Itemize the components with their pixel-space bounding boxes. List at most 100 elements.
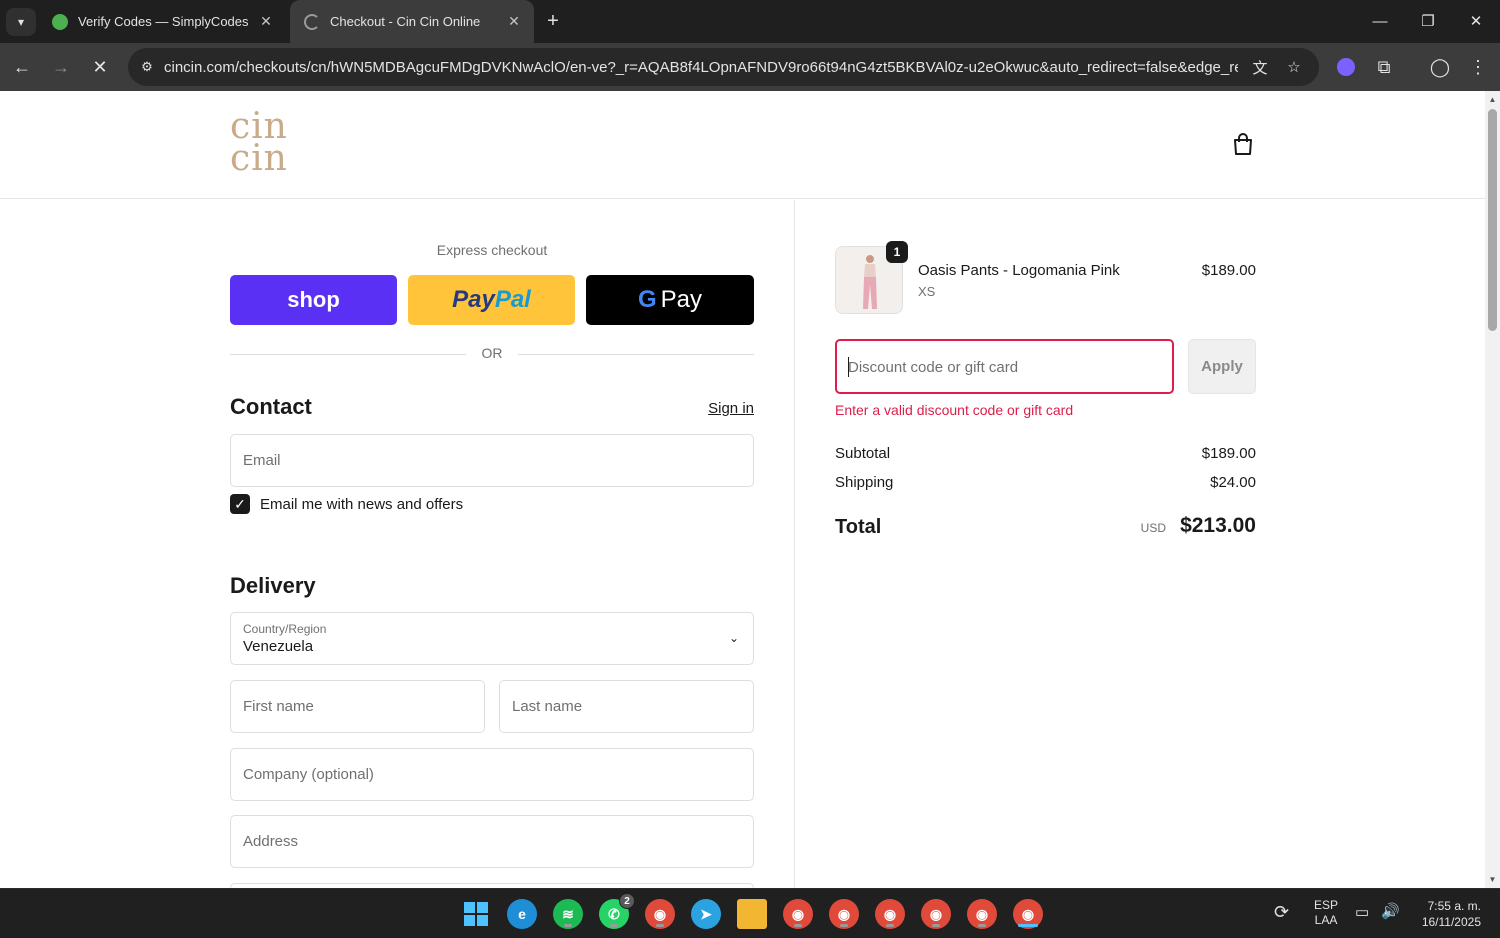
scroll-up-icon[interactable]: ▲ bbox=[1488, 95, 1497, 104]
newsletter-label: Email me with news and offers bbox=[260, 495, 464, 513]
menu-kebab-icon[interactable]: ⋮ bbox=[1464, 53, 1492, 81]
windows-start-icon[interactable] bbox=[461, 899, 491, 929]
site-info-icon[interactable]: ⚙ bbox=[136, 56, 158, 78]
chrome-profile-icon[interactable]: ◉ bbox=[967, 899, 997, 929]
stop-loading-button[interactable]: ✕ bbox=[86, 53, 114, 81]
product-name: Oasis Pants - Logomania Pink bbox=[918, 262, 1120, 279]
clock-time: 7:55 a. m. bbox=[1427, 899, 1481, 913]
chrome-profile-icon[interactable]: ◉ bbox=[783, 899, 813, 929]
new-tab-button[interactable]: + bbox=[540, 8, 566, 34]
bookmark-star-icon[interactable]: ☆ bbox=[1283, 56, 1305, 78]
shop-pay-button[interactable]: shop bbox=[230, 275, 397, 325]
simplycodes-favicon-icon bbox=[52, 13, 68, 30]
page-scrollbar[interactable]: ▲ ▼ bbox=[1485, 91, 1500, 888]
network-icon[interactable]: ▭ bbox=[1355, 903, 1369, 921]
tab-simplycodes[interactable]: Verify Codes — SimplyCodes ✕ bbox=[38, 0, 286, 43]
scroll-thumb[interactable] bbox=[1488, 109, 1497, 331]
google-pay-button[interactable]: G Pay bbox=[586, 275, 754, 325]
country-select[interactable]: Country/Region Venezuela ⌄ bbox=[230, 612, 754, 665]
email-field[interactable]: Email bbox=[230, 434, 754, 487]
chrome-profile-icon[interactable]: ◉ bbox=[875, 899, 905, 929]
apply-discount-button[interactable]: Apply bbox=[1188, 339, 1256, 394]
shipping-value: $24.00 bbox=[1210, 474, 1256, 491]
notification-badge: 2 bbox=[619, 893, 635, 909]
restore-button[interactable]: ❐ bbox=[1408, 6, 1448, 36]
tab-checkout[interactable]: Checkout - Cin Cin Online ✕ bbox=[290, 0, 534, 43]
chrome-profile-icon[interactable]: ◉ bbox=[645, 899, 675, 929]
chrome-profile-icon[interactable]: ◉ bbox=[1013, 899, 1043, 929]
address-placeholder: Address bbox=[243, 833, 299, 850]
volume-icon[interactable]: 🔊 bbox=[1381, 902, 1400, 920]
subtotal-value: $189.00 bbox=[1201, 445, 1256, 462]
product-variant: XS bbox=[918, 284, 936, 299]
running-indicator bbox=[564, 924, 572, 927]
discount-placeholder: Discount code or gift card bbox=[848, 359, 1019, 376]
paypal-label-pal: Pal bbox=[494, 286, 531, 313]
first-name-field[interactable]: First name bbox=[230, 680, 485, 733]
url-text[interactable]: cincin.com/checkouts/cn/hWN5MDBAgcuFMDgD… bbox=[164, 59, 1238, 76]
loading-spinner-icon bbox=[304, 13, 320, 30]
minimize-button[interactable]: — bbox=[1360, 6, 1400, 36]
cincin-logo[interactable]: cin cin bbox=[230, 109, 288, 177]
forward-button[interactable]: → bbox=[47, 53, 75, 81]
profile-icon[interactable]: ◯ bbox=[1426, 53, 1454, 81]
paypal-button[interactable]: Pay Pal bbox=[408, 275, 575, 325]
shop-pay-label: shop bbox=[287, 287, 340, 312]
address-bar[interactable]: ⚙ cincin.com/checkouts/cn/hWN5MDBAgcuFMD… bbox=[128, 48, 1319, 86]
running-indicator bbox=[794, 924, 802, 927]
or-label: OR bbox=[481, 345, 503, 361]
scroll-down-icon[interactable]: ▼ bbox=[1488, 875, 1497, 884]
telegram-icon[interactable]: ➤ bbox=[691, 899, 721, 929]
clock-date: 16/11/2025 bbox=[1421, 915, 1481, 929]
edge-icon[interactable]: e bbox=[507, 899, 537, 929]
newsletter-checkbox[interactable]: ✓ bbox=[230, 494, 250, 514]
subtotal-label: Subtotal bbox=[835, 445, 891, 462]
keyboard-layout: LAA bbox=[1314, 913, 1338, 927]
back-button[interactable]: ← bbox=[8, 53, 36, 81]
close-window-button[interactable]: ✕ bbox=[1456, 6, 1496, 36]
close-tab-icon[interactable]: ✕ bbox=[504, 12, 524, 32]
address-field[interactable]: Address bbox=[230, 815, 754, 868]
chrome-profile-icon[interactable]: ◉ bbox=[921, 899, 951, 929]
shopping-bag-icon[interactable] bbox=[1230, 131, 1256, 157]
company-field[interactable]: Company (optional) bbox=[230, 748, 754, 801]
divider-line bbox=[518, 354, 754, 355]
running-indicator bbox=[978, 924, 986, 927]
product-price: $189.00 bbox=[1201, 262, 1256, 279]
close-tab-icon[interactable]: ✕ bbox=[256, 12, 276, 32]
running-indicator bbox=[610, 924, 618, 927]
first-name-placeholder: First name bbox=[243, 698, 314, 715]
last-name-field[interactable]: Last name bbox=[499, 680, 754, 733]
clock[interactable]: 7:55 a. m. 16/11/2025 bbox=[1415, 898, 1481, 930]
checkout-form: Express checkout shop Pay Pal G Pay OR Co… bbox=[0, 200, 794, 888]
chrome-profile-icon[interactable]: ◉ bbox=[829, 899, 859, 929]
checkout-header: cin cin bbox=[0, 91, 1485, 199]
extensions-puzzle-icon[interactable]: ⧉ bbox=[1370, 53, 1398, 81]
running-indicator bbox=[886, 924, 894, 927]
discount-error-message: Enter a valid discount code or gift card bbox=[835, 402, 1074, 418]
text-caret bbox=[848, 357, 849, 377]
paypal-label-pay: Pay bbox=[452, 286, 495, 313]
country-value: Venezuela bbox=[243, 638, 314, 655]
language-code: ESP bbox=[1314, 898, 1339, 912]
language-indicator[interactable]: ESP LAA bbox=[1314, 898, 1338, 928]
or-divider: OR bbox=[230, 345, 754, 365]
running-indicator bbox=[840, 924, 848, 927]
sync-icon[interactable]: ⟳ bbox=[1274, 902, 1289, 923]
newsletter-option[interactable]: ✓ Email me with news and offers bbox=[230, 493, 463, 515]
extension-icon[interactable] bbox=[1332, 53, 1360, 81]
whatsapp-icon[interactable]: ✆ 2 bbox=[599, 893, 635, 929]
express-checkout-label: Express checkout bbox=[436, 242, 548, 258]
tab-search-button[interactable]: ▾ bbox=[6, 8, 36, 36]
sign-in-link[interactable]: Sign in bbox=[680, 400, 754, 417]
browser-toolbar: ← → ✕ ⚙ cincin.com/checkouts/cn/hWN5MDBA… bbox=[0, 43, 1500, 91]
spotify-icon[interactable]: ≋ bbox=[553, 899, 583, 929]
total-currency: USD bbox=[1140, 521, 1166, 535]
order-summary: 1 Oasis Pants - Logomania Pink XS $189.0… bbox=[794, 200, 1485, 888]
discount-code-input[interactable]: Discount code or gift card bbox=[835, 339, 1174, 394]
translate-icon[interactable]: 文 bbox=[1249, 56, 1271, 78]
last-name-placeholder: Last name bbox=[512, 698, 583, 715]
google-g-icon: G bbox=[637, 286, 657, 313]
checkout-page: cin cin Express checkout shop Pay Pal G P… bbox=[0, 91, 1485, 888]
file-explorer-icon[interactable] bbox=[737, 899, 767, 929]
